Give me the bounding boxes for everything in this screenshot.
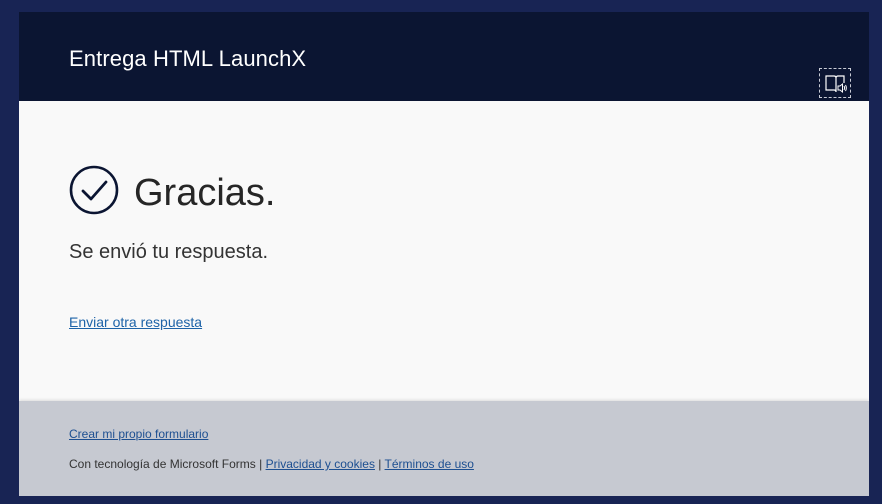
form-card: Entrega HTML LaunchX Gracias. Se envió t… (19, 12, 869, 496)
powered-by-line: Con tecnología de Microsoft Forms | Priv… (69, 457, 474, 472)
thanks-heading: Gracias. (134, 172, 276, 214)
immersive-reader-icon (825, 75, 847, 94)
terms-of-use-link[interactable]: Términos de uso (385, 457, 474, 471)
privacy-cookies-link[interactable]: Privacidad y cookies (266, 457, 375, 471)
create-own-form-link[interactable]: Crear mi propio formulario (69, 427, 208, 442)
separator: | (259, 457, 263, 471)
form-footer: Crear mi propio formulario Con tecnologí… (19, 401, 869, 496)
submit-another-response-link[interactable]: Enviar otra respuesta (69, 313, 202, 331)
immersive-reader-button[interactable] (819, 68, 851, 98)
separator: | (378, 457, 382, 471)
checkmark-circle-icon (69, 165, 119, 215)
submitted-message: Se envió tu respuesta. (69, 241, 269, 263)
form-title: Entrega HTML LaunchX (69, 46, 307, 71)
powered-by-text: Con tecnología de Microsoft Forms (69, 457, 256, 471)
form-header: Entrega HTML LaunchX (19, 12, 869, 101)
confirmation-section: Gracias. Se envió tu respuesta. Enviar o… (19, 101, 869, 401)
